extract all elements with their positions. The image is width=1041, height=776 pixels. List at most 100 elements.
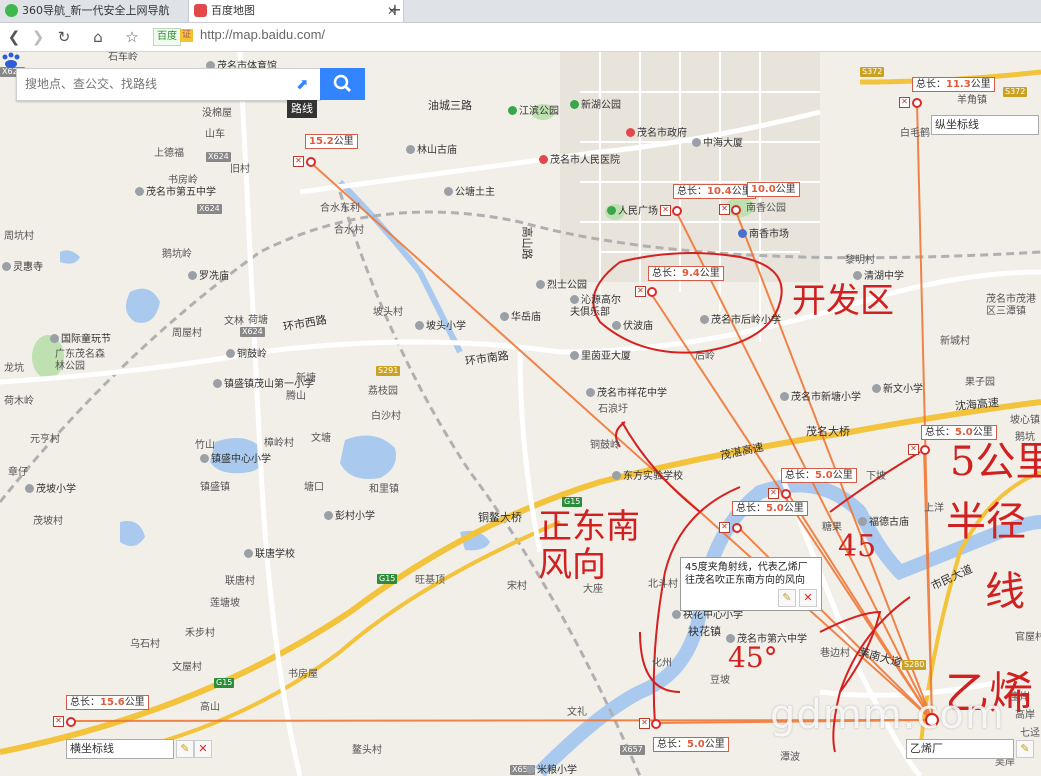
park-icon [570, 100, 579, 109]
place-label: 和里镇 [369, 484, 399, 495]
forward-icon[interactable]: ❯ [28, 27, 48, 47]
map-poi: 伏波庙 [612, 321, 653, 333]
poi-icon [226, 349, 235, 358]
delete-measure-icon[interactable]: ✕ [635, 286, 646, 297]
place-label: 坡心镇 [1010, 415, 1040, 426]
poi-icon [213, 379, 222, 388]
place-label: 新塘 [296, 373, 316, 384]
place-label: 乌石村 [130, 639, 160, 650]
reload-icon[interactable]: ↻ [54, 27, 74, 47]
map-base-layer [0, 52, 1041, 776]
poi-icon [200, 454, 209, 463]
poi-icon [570, 351, 579, 360]
map-poi: 坡头小学 [415, 321, 466, 333]
poi-icon [853, 271, 862, 280]
delete-measure-icon[interactable]: ✕ [53, 716, 64, 727]
delete-measure-icon[interactable]: ✕ [293, 156, 304, 167]
highway-shield: X624 [197, 204, 222, 214]
delete-measure-icon[interactable]: ✕ [719, 204, 730, 215]
market-icon [738, 229, 747, 238]
edit-icon[interactable]: ✎ [176, 740, 194, 758]
map-poi: 东方实验学校 [612, 471, 683, 483]
delete-measure-icon[interactable]: ✕ [908, 444, 919, 455]
place-label: 茂坡村 [33, 516, 63, 527]
place-label: 竹山 [195, 440, 215, 451]
distance-label: 15.2公里 [305, 134, 358, 149]
place-label: 白沙村 [371, 411, 401, 422]
tab-label: 360导航_新一代安全上网导航 [22, 4, 170, 17]
map-poi: 人民广场 [607, 206, 658, 218]
watermark: gdmm.com [770, 692, 1005, 738]
delete-measure-icon[interactable]: ✕ [768, 488, 779, 499]
home-icon[interactable]: ⌂ [88, 27, 108, 47]
highway-shield: X624 [206, 152, 231, 162]
poi-icon [536, 280, 545, 289]
place-label: 旺基顶 [415, 575, 445, 586]
place-label: 镇盛镇 [200, 482, 230, 493]
handwritten-45-degree: 45° [728, 641, 778, 674]
delete-measure-icon[interactable]: ✕ [899, 97, 910, 108]
map-poi: 镇盛中心小学 [200, 454, 271, 466]
marker-name-field[interactable] [67, 740, 173, 756]
map-poi: 茂名市人民医院 [539, 155, 620, 167]
highway-shield: G15 [377, 574, 398, 584]
place-label: 石浪圩 [598, 404, 628, 415]
map-poi: 华岳庙 [500, 312, 541, 324]
navigation-bar: ❮ ❯ ↻ ⌂ ☆ 百度 证 http://map.baidu.com/ [0, 23, 1041, 52]
place-label: 官屋村 [1015, 632, 1041, 643]
tab-360-nav[interactable]: 360导航_新一代安全上网导航 ✕ [0, 0, 208, 22]
place-label: 章仔 [8, 467, 28, 478]
place-label: 羊角镇 [957, 95, 987, 106]
delete-measure-icon[interactable]: ✕ [660, 205, 671, 216]
map-poi: 铜鼓岭 [226, 349, 267, 361]
search-box [16, 68, 289, 101]
place-label: 北斗村 [648, 579, 678, 590]
edit-icon[interactable]: ✎ [777, 589, 796, 607]
star-icon[interactable]: ☆ [122, 27, 142, 47]
map-poi: 茂名市后岭小学 [700, 315, 781, 327]
place-label: 黎明村 [845, 255, 875, 266]
place-label: 荔枝园 [368, 386, 398, 397]
marker-name-panel [906, 739, 1014, 759]
delete-icon[interactable]: ✕ [194, 740, 212, 758]
search-button[interactable] [320, 68, 365, 100]
new-tab-button[interactable]: + [386, 0, 404, 22]
delete-measure-icon[interactable]: ✕ [719, 522, 730, 533]
poi-icon [25, 484, 34, 493]
poi-icon [672, 610, 681, 619]
search-icon [333, 74, 352, 93]
map-poi: 米粮小学 [526, 765, 577, 776]
place-label: 周屋村 [172, 328, 202, 339]
poi-icon [244, 549, 253, 558]
marker-name-field[interactable] [907, 740, 1013, 756]
place-label: 文塘 [311, 433, 331, 444]
highway-shield: G15 [214, 678, 235, 688]
edit-icon[interactable]: ✎ [1016, 740, 1034, 758]
place-label: 樟岭村 [264, 438, 294, 449]
handwritten-5km: 5公里 [950, 439, 1041, 485]
highway-shield: S372 [860, 67, 885, 77]
poi-icon [500, 312, 509, 321]
tab-baidu-map[interactable]: 百度地图 ✕ [188, 0, 404, 22]
place-label: 荷木岭 [4, 396, 34, 407]
marker-name-field[interactable] [932, 116, 1038, 132]
delete-icon[interactable]: ✕ [799, 589, 817, 607]
place-label: 大座 [583, 584, 603, 595]
place-label: 鹅坑岭 [162, 249, 192, 260]
route-button[interactable]: ⬈ [288, 68, 321, 101]
poi-icon [570, 295, 579, 304]
poi-icon [135, 187, 144, 196]
place-label: 上洋 [924, 503, 944, 514]
place-label: 宋村 [507, 581, 527, 592]
delete-measure-icon[interactable]: ✕ [639, 718, 650, 729]
search-input[interactable] [17, 69, 288, 98]
map-canvas[interactable]: 油城三路 环市西路 环市南路 茂湛高速 沈海高速 茂名大桥 铜鳌大桥 高山路 东… [0, 52, 1041, 776]
url-text[interactable]: http://map.baidu.com/ [200, 27, 325, 42]
place-label: 周坑村 [4, 231, 34, 242]
place-label: 上德福 [154, 148, 184, 159]
highway-shield: X624 [240, 327, 265, 337]
note-text: 45度夹角射线，代表乙烯厂往茂名吹正东南方向的风向 [685, 562, 808, 586]
road-label: 油城三路 [428, 99, 472, 112]
address-bar[interactable]: 百度 证 http://map.baidu.com/ [150, 26, 1035, 47]
back-icon[interactable]: ❮ [4, 27, 24, 47]
